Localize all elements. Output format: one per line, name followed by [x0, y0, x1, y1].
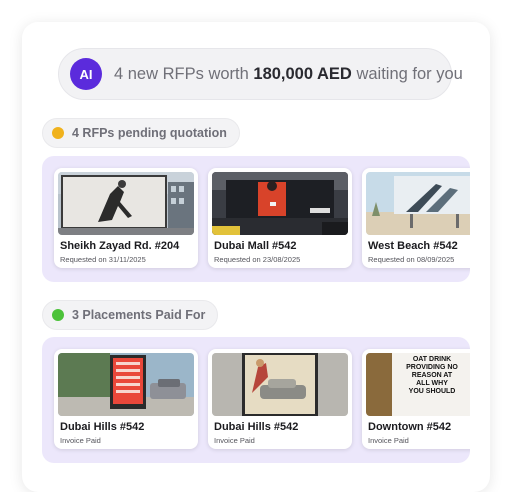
placement-card[interactable]: Dubai Hills #542 Invoice Paid [54, 349, 198, 449]
rfp-card-title: Sheikh Zayad Rd. #204 [60, 240, 180, 252]
poster-street-red-image [58, 353, 194, 416]
ai-summary-prefix: 4 new RFPs worth [114, 64, 249, 83]
pending-rfps-label: 4 RFPs pending quotation [72, 126, 227, 140]
placement-card[interactable]: OAT DRINK PROVIDING NO REASON AT ALL WHY YOU… [362, 349, 470, 449]
placement-card-title: Dubai Hills #542 [214, 421, 299, 433]
rfp-card-title: Dubai Mall #542 [214, 240, 297, 252]
rfp-card[interactable]: West Beach #542 Requested on 08/09/2025 [362, 168, 470, 268]
billboard-dancer-image [58, 172, 194, 235]
rfp-card-requested-date: Requested on 08/09/2025 [368, 255, 455, 264]
placement-card-status: Invoice Paid [214, 436, 255, 445]
ai-summary-suffix: waiting for you [356, 64, 463, 83]
placement-card-title: Downtown #542 [368, 421, 452, 433]
ai-summary-text: 4 new RFPs worth 180,000 AED waiting for… [114, 65, 463, 84]
placement-card-status: Invoice Paid [368, 436, 409, 445]
paid-status-dot [52, 309, 64, 321]
paid-placements-carousel[interactable]: Dubai Hills #542 Invoice Paid Dubai Hill… [42, 337, 470, 463]
poster-text-image: OAT DRINK PROVIDING NO REASON AT ALL WHY YOU… [366, 353, 470, 416]
poster-text: OAT DRINK PROVIDING NO REASON AT ALL WHY YOU… [406, 356, 458, 395]
ai-summary-banner[interactable]: AI 4 new RFPs worth 180,000 AED waiting … [58, 48, 463, 100]
rfp-summary-card: AI 4 new RFPs worth 180,000 AED waiting … [22, 22, 490, 492]
rfp-card-requested-date: Requested on 31/11/2025 [60, 255, 146, 264]
billboard-beach-image [366, 172, 470, 235]
rfp-card[interactable]: Sheikh Zayad Rd. #204 Requested on 31/11… [54, 168, 198, 268]
ai-avatar: AI [70, 58, 102, 90]
poster-vintage-car-image [212, 353, 348, 416]
rfp-card-requested-date: Requested on 23/08/2025 [214, 255, 301, 264]
ai-summary-amount: 180,000 AED [253, 64, 352, 83]
placement-card-title: Dubai Hills #542 [60, 421, 145, 433]
rfp-card-title: West Beach #542 [368, 240, 458, 252]
placement-card-status: Invoice Paid [60, 436, 101, 445]
paid-placements-chip[interactable]: 3 Placements Paid For [42, 300, 219, 330]
rfp-card[interactable]: Dubai Mall #542 Requested on 23/08/2025 [208, 168, 352, 268]
pending-rfps-carousel[interactable]: Sheikh Zayad Rd. #204 Requested on 31/11… [42, 156, 470, 282]
pending-rfps-chip[interactable]: 4 RFPs pending quotation [42, 118, 240, 148]
billboard-street-night-image [212, 172, 348, 235]
placement-card[interactable]: Dubai Hills #542 Invoice Paid [208, 349, 352, 449]
paid-placements-label: 3 Placements Paid For [72, 308, 206, 322]
pending-status-dot [52, 127, 64, 139]
